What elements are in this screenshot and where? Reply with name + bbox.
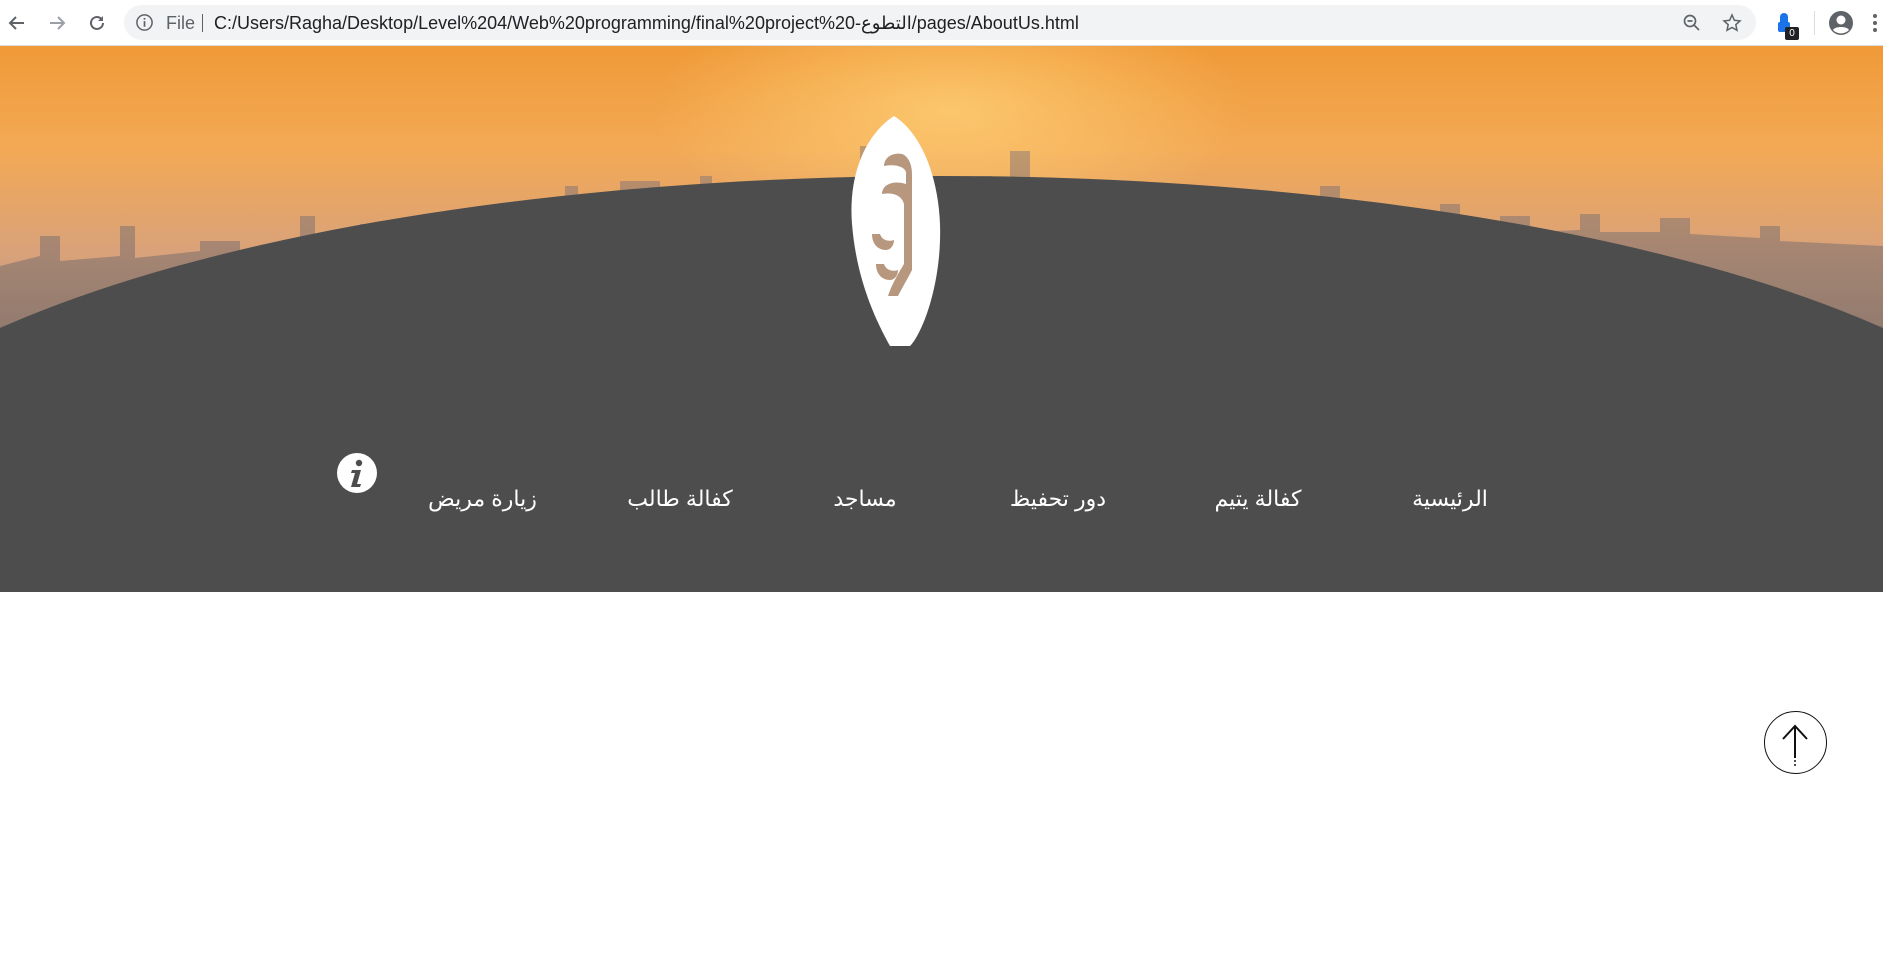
hero-header: الرئيسية كفالة يتيم دور تحفيظ مساجد كفال… (0, 46, 1883, 592)
nav-student-sponsorship[interactable]: كفالة طالب (615, 486, 745, 512)
arrow-right-icon (50, 16, 66, 30)
calligraphy-logo (851, 116, 941, 346)
forward-button[interactable] (42, 8, 72, 38)
account-icon[interactable] (1828, 10, 1854, 36)
info-icon[interactable] (336, 452, 378, 494)
toolbar-separator (1814, 11, 1815, 35)
arrow-left-icon (8, 16, 24, 30)
url-text[interactable]: C:/Users/Ragha/Desktop/Level%204/Web%20p… (214, 13, 1079, 34)
omnibox-separator (202, 14, 203, 32)
kebab-menu-icon[interactable] (1870, 11, 1880, 35)
nav-home[interactable]: الرئيسية (1390, 486, 1510, 512)
arrow-up-icon (1782, 724, 1808, 766)
reload-icon (90, 15, 104, 30)
nav-quran-schools[interactable]: دور تحفيظ (998, 486, 1118, 512)
back-button[interactable] (2, 8, 32, 38)
main-navigation: الرئيسية كفالة يتيم دور تحفيظ مساجد كفال… (0, 486, 1883, 536)
nav-mosques[interactable]: مساجد (815, 486, 915, 512)
star-icon[interactable] (1722, 13, 1742, 33)
nav-orphan-sponsorship[interactable]: كفالة يتيم (1193, 486, 1323, 512)
browser-toolbar: File C:/Users/Ragha/Desktop/Level%204/We… (0, 0, 1883, 46)
file-scheme-label: File (166, 13, 196, 33)
zoom-out-icon[interactable] (1682, 13, 1702, 33)
scroll-to-top-button[interactable] (1764, 711, 1827, 774)
reload-button[interactable] (82, 8, 112, 38)
info-circle-icon[interactable] (135, 13, 154, 32)
extension-badge: 0 (1785, 27, 1799, 40)
nav-patient-visit[interactable]: زيارة مريض (415, 486, 550, 512)
address-bar[interactable]: File C:/Users/Ragha/Desktop/Level%204/We… (124, 5, 1756, 40)
